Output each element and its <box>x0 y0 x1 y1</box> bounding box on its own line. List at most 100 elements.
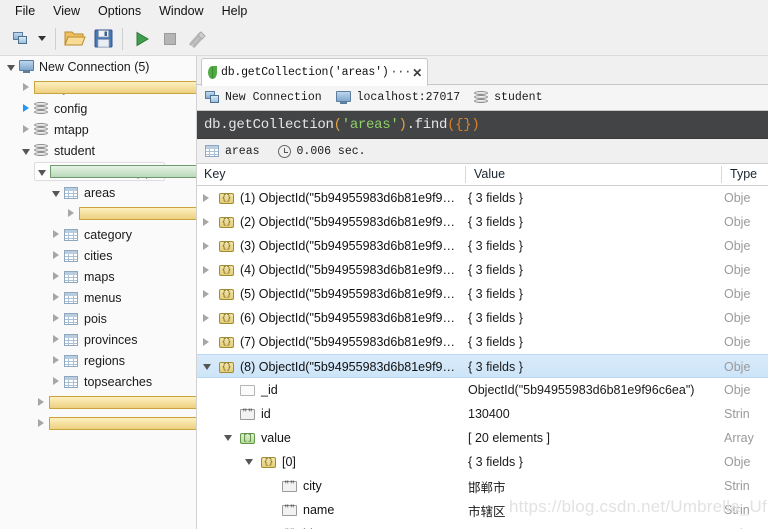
twisty[interactable] <box>49 308 62 329</box>
column-divider-2[interactable] <box>721 166 722 183</box>
table-row[interactable]: {} (4) ObjectId("5b94955983d6b81e9f9… { 3 … <box>197 258 768 282</box>
save-icon[interactable] <box>89 25 117 53</box>
twisty[interactable] <box>203 314 219 322</box>
stop-icon[interactable] <box>156 25 184 53</box>
twisty-open-icon[interactable] <box>21 148 30 155</box>
twisty[interactable] <box>35 161 48 182</box>
sidebar-item-pois[interactable]: pois <box>0 308 196 329</box>
twisty-closed-icon[interactable] <box>203 242 209 250</box>
twisty-closed-icon[interactable] <box>37 398 44 407</box>
twisty-closed-icon[interactable] <box>22 104 29 113</box>
sidebar-item-functions[interactable]: Functions <box>0 392 196 413</box>
twisty[interactable] <box>203 242 219 250</box>
tools-icon[interactable] <box>184 25 212 53</box>
result-grid-body[interactable]: {} (1) ObjectId("5b94955983d6b81e9f9… { 3 … <box>197 186 768 529</box>
table-row[interactable]: {} [0] { 3 fields } Obje <box>197 450 768 474</box>
sidebar-item-student[interactable]: student <box>0 140 196 161</box>
column-header-key[interactable]: Key <box>197 164 226 185</box>
sidebar-item-maps[interactable]: maps <box>0 266 196 287</box>
close-icon[interactable]: ✕ <box>412 67 422 79</box>
menu-item-options[interactable]: Options <box>89 1 150 21</box>
twisty[interactable] <box>19 77 32 98</box>
twisty-closed-icon[interactable] <box>203 218 209 226</box>
twisty-open-icon[interactable] <box>224 435 232 441</box>
twisty-closed-icon[interactable] <box>52 314 59 323</box>
twisty[interactable] <box>64 203 77 224</box>
twisty-closed-icon[interactable] <box>52 335 59 344</box>
menu-item-window[interactable]: Window <box>150 1 212 21</box>
twisty-closed-icon[interactable] <box>52 356 59 365</box>
twisty[interactable] <box>245 459 261 465</box>
sidebar-item-system[interactable]: System <box>0 77 196 98</box>
twisty-closed-icon[interactable] <box>52 377 59 386</box>
twisty[interactable] <box>34 413 47 434</box>
twisty-closed-icon[interactable] <box>203 314 209 322</box>
twisty-open-icon[interactable] <box>37 169 46 176</box>
sidebar-item-cities[interactable]: cities <box>0 245 196 266</box>
twisty[interactable] <box>203 218 219 226</box>
twisty[interactable] <box>49 329 62 350</box>
twisty[interactable] <box>4 56 17 77</box>
twisty[interactable] <box>19 98 32 119</box>
twisty[interactable] <box>49 371 62 392</box>
sidebar-item-topsearches[interactable]: topsearches <box>0 371 196 392</box>
twisty[interactable] <box>203 266 219 274</box>
sidebar-item-category[interactable]: category <box>0 224 196 245</box>
twisty-open-icon[interactable] <box>6 64 15 71</box>
column-header-value[interactable]: Value <box>467 164 505 185</box>
twisty-closed-icon[interactable] <box>37 419 44 428</box>
twisty-closed-icon[interactable] <box>203 290 209 298</box>
twisty[interactable] <box>34 392 47 413</box>
table-row[interactable]: {} (3) ObjectId("5b94955983d6b81e9f9… { 3 … <box>197 234 768 258</box>
database-tree-sidebar[interactable]: New Connection (5) System config mtapp stude… <box>0 56 197 529</box>
twisty-closed-icon[interactable] <box>203 194 209 202</box>
twisty[interactable] <box>49 182 62 203</box>
sidebar-item-new-connection-5[interactable]: New Connection (5) <box>0 56 196 77</box>
tab-get-collection-areas[interactable]: db.getCollection('areas') ··· ✕ <box>201 58 429 86</box>
table-row[interactable]: {} (5) ObjectId("5b94955983d6b81e9f9… { 3 … <box>197 282 768 306</box>
breadcrumb-database[interactable]: student <box>474 90 542 105</box>
column-header-type[interactable]: Type <box>723 164 757 185</box>
twisty[interactable] <box>203 290 219 298</box>
table-row[interactable]: {} (1) ObjectId("5b94955983d6b81e9f9… { 3 … <box>197 186 768 210</box>
twisty-open-icon[interactable] <box>51 190 60 197</box>
menu-item-file[interactable]: File <box>6 1 44 21</box>
twisty-closed-icon[interactable] <box>203 266 209 274</box>
sidebar-item-config[interactable]: config <box>0 98 196 119</box>
twisty-closed-icon[interactable] <box>67 209 74 218</box>
twisty-closed-icon[interactable] <box>203 338 209 346</box>
column-divider-1[interactable] <box>465 166 466 183</box>
breadcrumb-host[interactable]: localhost:27017 <box>335 91 460 104</box>
sidebar-item-provinces[interactable]: provinces <box>0 329 196 350</box>
twisty-closed-icon[interactable] <box>52 230 59 239</box>
table-row[interactable]: {} (7) ObjectId("5b94955983d6b81e9f9… { 3 … <box>197 330 768 354</box>
twisty[interactable] <box>49 287 62 308</box>
menu-item-help[interactable]: Help <box>213 1 257 21</box>
twisty[interactable] <box>203 194 219 202</box>
menu-item-view[interactable]: View <box>44 1 89 21</box>
query-editor[interactable]: db.getCollection('areas').find({}) <box>197 111 768 139</box>
twisty-open-icon[interactable] <box>245 459 253 465</box>
connect-icon[interactable] <box>6 25 34 53</box>
table-row[interactable]: {} (8) ObjectId("5b94955983d6b81e9f9… { 3 … <box>197 354 768 378</box>
table-row[interactable]: "" id 130400 Strin <box>197 402 768 426</box>
table-row[interactable]: "" city 邯郸市 Strin <box>197 474 768 498</box>
twisty-closed-icon[interactable] <box>22 125 29 134</box>
twisty-closed-icon[interactable] <box>22 83 29 92</box>
sidebar-item-menus[interactable]: menus <box>0 287 196 308</box>
sidebar-item-regions[interactable]: regions <box>0 350 196 371</box>
table-row[interactable]: {} (6) ObjectId("5b94955983d6b81e9f9… { 3 … <box>197 306 768 330</box>
run-icon[interactable] <box>128 25 156 53</box>
breadcrumb-connection[interactable]: New Connection <box>205 91 322 104</box>
twisty[interactable] <box>203 364 219 370</box>
connect-dropdown-arrow-icon[interactable] <box>34 25 50 53</box>
twisty[interactable] <box>49 350 62 371</box>
twisty[interactable] <box>49 266 62 287</box>
table-row[interactable]: "" name 市辖区 Strin <box>197 498 768 522</box>
sidebar-item-collections-9[interactable]: Collections (9) <box>0 161 196 182</box>
twisty-closed-icon[interactable] <box>52 293 59 302</box>
open-folder-icon[interactable] <box>61 25 89 53</box>
table-row[interactable]: _id ObjectId("5b94955983d6b81e9f96c6ea") O… <box>197 378 768 402</box>
table-row[interactable]: ""id 130401 Strin <box>197 522 768 529</box>
twisty-closed-icon[interactable] <box>52 272 59 281</box>
